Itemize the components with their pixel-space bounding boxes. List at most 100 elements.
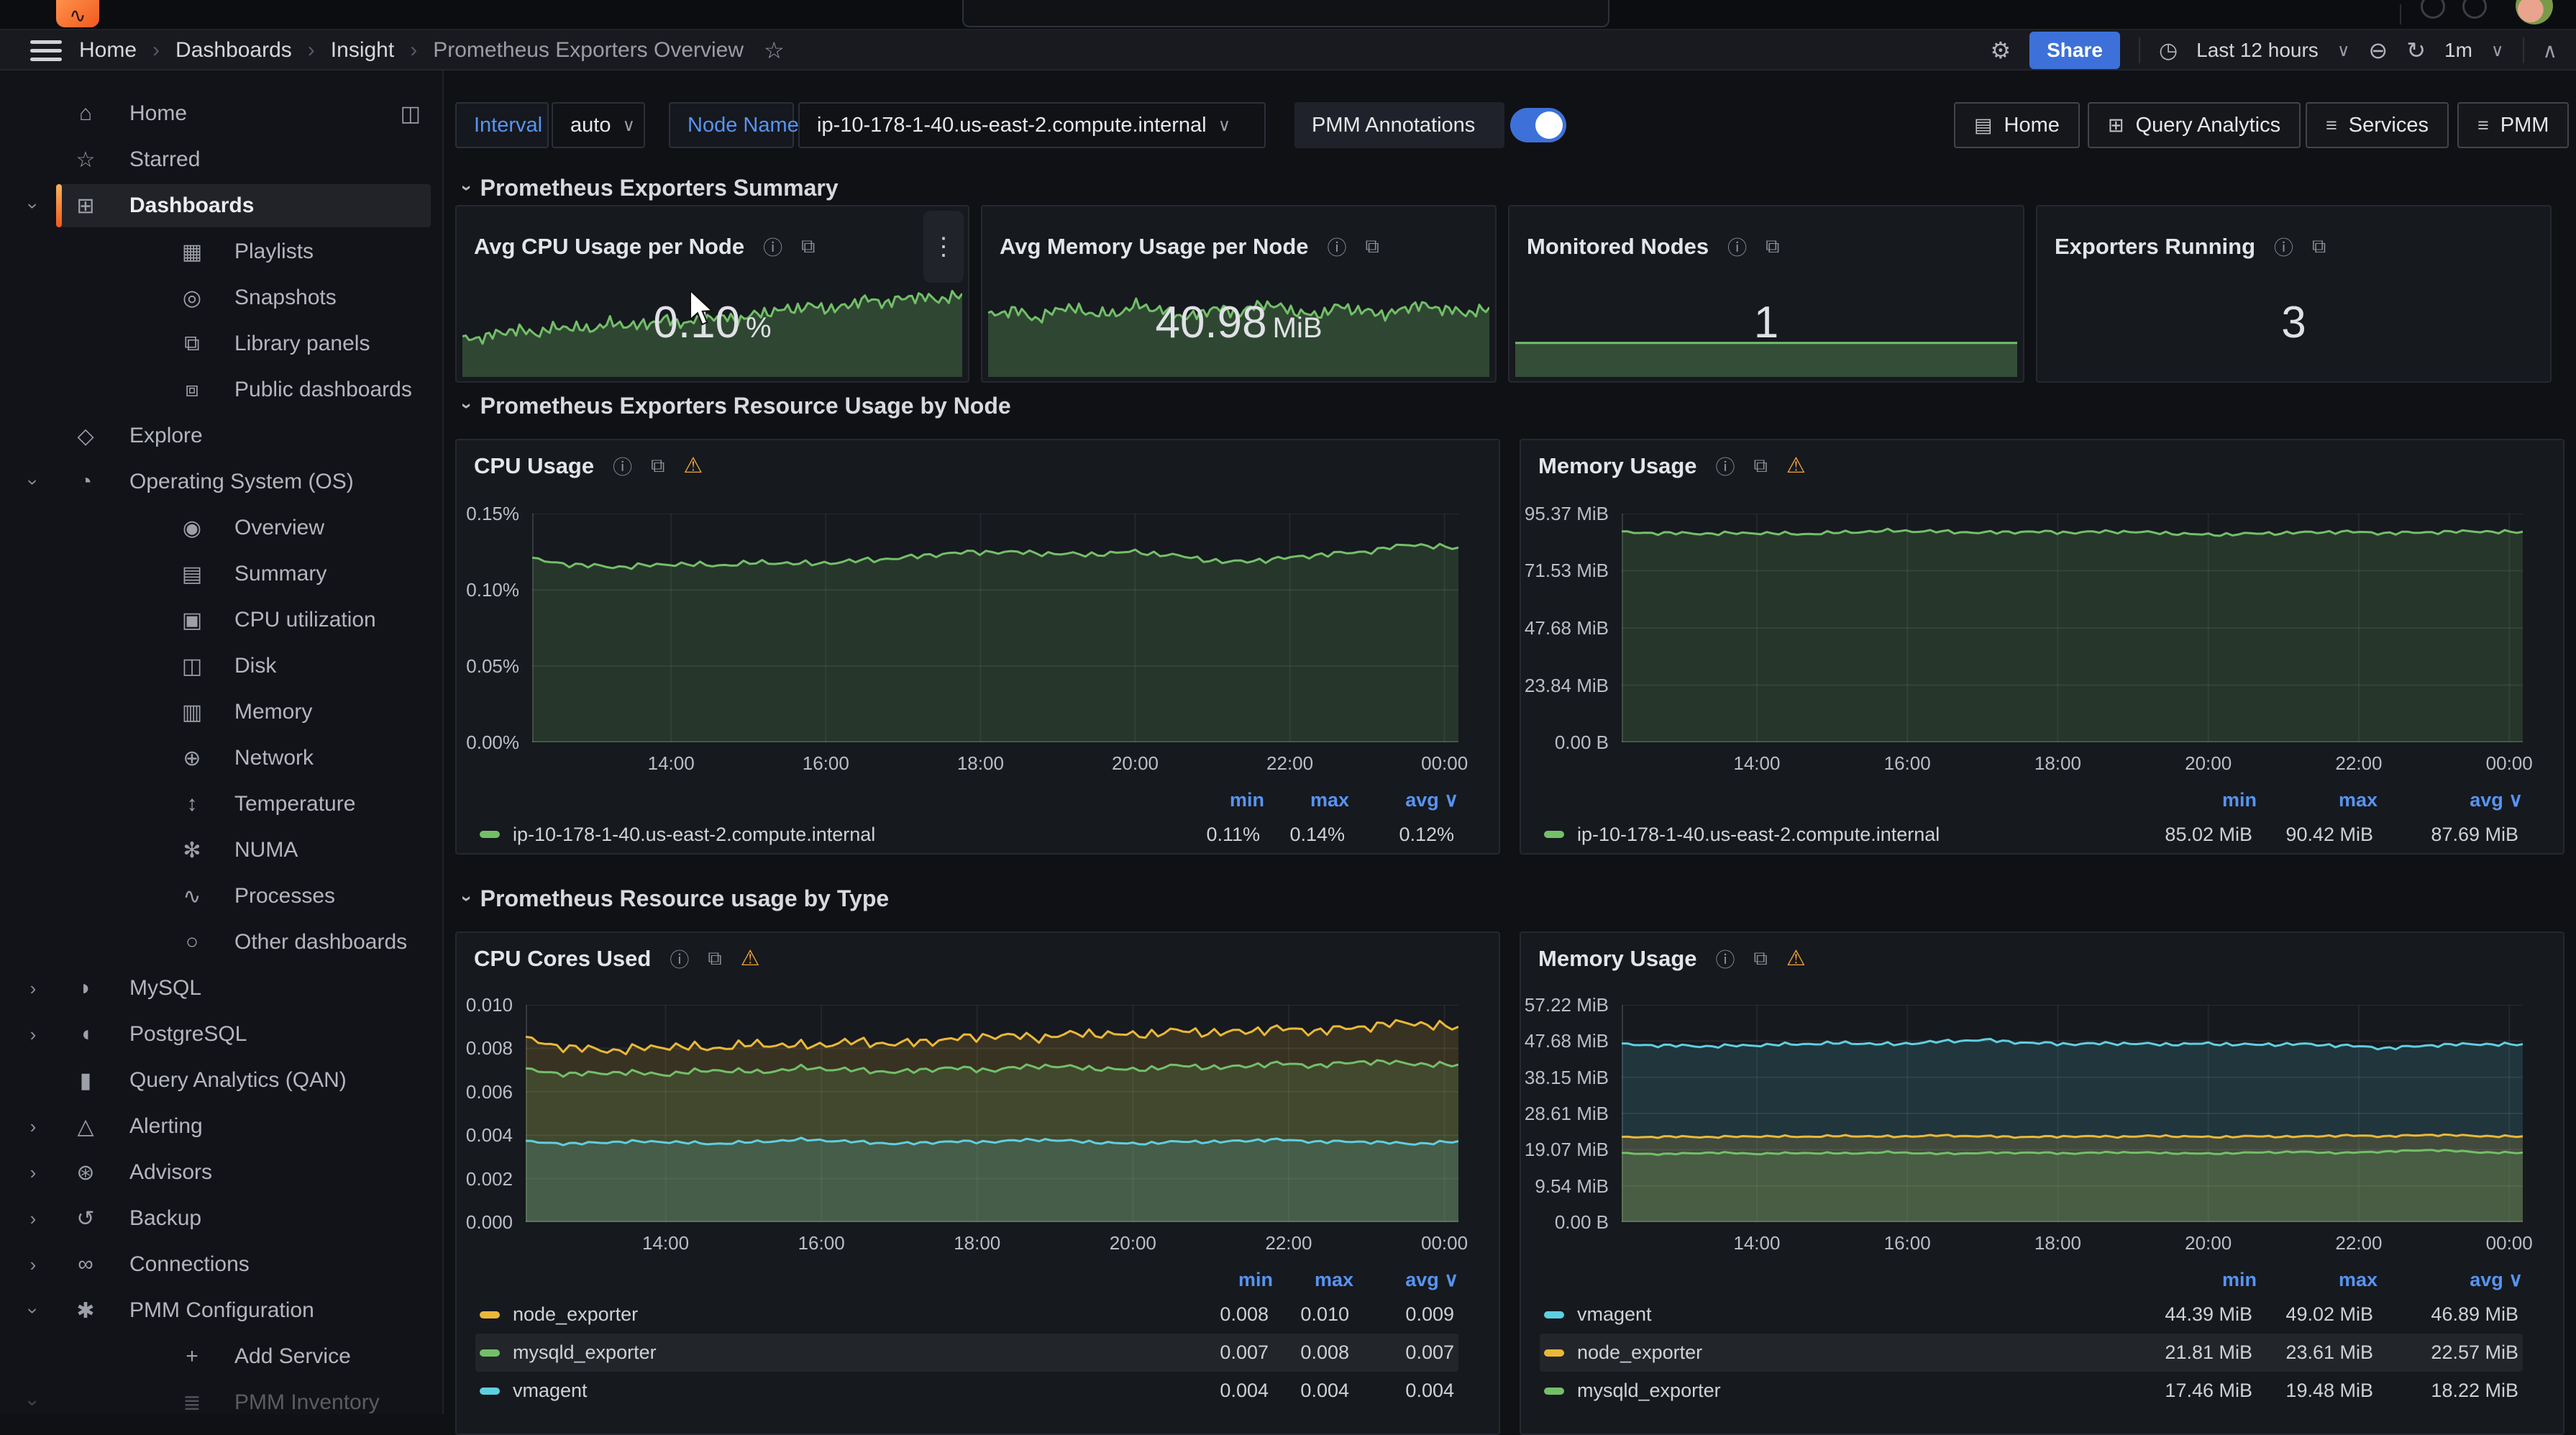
home-button[interactable]: ▤Home — [1954, 102, 2080, 148]
section-resource-usage-by-node[interactable]: ›Prometheus Exporters Resource Usage by … — [464, 393, 1011, 419]
legend-sort-avg[interactable]: avg ∨ — [1349, 789, 1458, 811]
sidebar-item-operating-system-os[interactable]: ›◔Operating System (OS) — [0, 459, 442, 505]
info-icon[interactable]: ⓘ — [763, 232, 782, 260]
menu-icon[interactable] — [30, 40, 62, 62]
external-link-icon[interactable]: ⧉ — [651, 455, 664, 478]
sidebar-item-postgresql[interactable]: ›◖PostgreSQL — [0, 1011, 442, 1057]
legend-sort-max[interactable]: max — [2257, 1269, 2378, 1291]
legend-row-node-exporter[interactable]: node_exporter0.0080.0100.009 — [475, 1295, 1458, 1334]
external-link-icon[interactable]: ⧉ — [1754, 947, 1768, 970]
panel-title[interactable]: Memory Usage — [1538, 453, 1697, 479]
chevron-down-icon[interactable]: › — [22, 469, 45, 495]
help-icon[interactable] — [2421, 0, 2445, 19]
warning-icon[interactable]: ⚠ — [1786, 453, 1806, 478]
external-link-icon[interactable]: ⧉ — [1754, 455, 1768, 478]
pmm-annotations-toggle[interactable] — [1510, 108, 1566, 142]
services-button[interactable]: ≡Services — [2306, 102, 2449, 148]
section-exporters-summary[interactable]: ›Prometheus Exporters Summary — [464, 175, 839, 201]
legend-sort-max[interactable]: max — [1273, 1269, 1353, 1291]
sidebar-item-summary[interactable]: ▤Summary — [0, 551, 442, 597]
legend-sort-min[interactable]: min — [2136, 1269, 2257, 1291]
legend-row-vmagent[interactable]: vmagent44.39 MiB49.02 MiB46.89 MiB — [1540, 1295, 2523, 1334]
panel-title[interactable]: Avg CPU Usage per Node — [474, 234, 744, 260]
pmm-logo-icon[interactable]: ∿ — [56, 0, 99, 27]
sidebar-item-mysql[interactable]: ›◗MySQL — [0, 965, 442, 1011]
sidebar-item-other-dashboards[interactable]: ○Other dashboards — [0, 919, 442, 965]
legend-sort-max[interactable]: max — [1264, 789, 1349, 811]
notifications-icon[interactable] — [2462, 0, 2487, 19]
chevron-down-icon[interactable]: › — [22, 1298, 45, 1324]
info-icon[interactable]: ⓘ — [1716, 452, 1735, 480]
external-link-icon[interactable]: ⧉ — [2312, 235, 2326, 258]
panel-title[interactable]: Memory Usage — [1538, 946, 1697, 972]
chevron-down-icon[interactable]: ∨ — [2337, 40, 2350, 61]
legend-row-mysqld-exporter[interactable]: mysqld_exporter17.46 MiB19.48 MiB18.22 M… — [1540, 1372, 2523, 1410]
sidebar-item-disk[interactable]: ◫Disk — [0, 643, 442, 689]
refresh-interval[interactable]: 1m — [2444, 39, 2472, 62]
info-icon[interactable]: ⓘ — [613, 452, 632, 480]
sidebar-item-library-panels[interactable]: ⧉Library panels — [0, 321, 442, 367]
legend-series-name[interactable]: mysqld_exporter — [1544, 1380, 2132, 1402]
chevron-down-icon[interactable]: › — [22, 1390, 45, 1414]
legend-row-ip-10-178-1-40-us-east-2-compute-internal[interactable]: ip-10-178-1-40.us-east-2.compute.interna… — [1540, 816, 2523, 853]
collapse-topbar-icon[interactable]: ∧ — [2543, 39, 2558, 63]
refresh-icon[interactable]: ↻ — [2406, 37, 2426, 64]
legend-series-name[interactable]: ip-10-178-1-40.us-east-2.compute.interna… — [480, 824, 1175, 846]
info-icon[interactable]: ⓘ — [670, 944, 689, 972]
info-icon[interactable]: ⓘ — [1727, 232, 1747, 260]
breadcrumb-dashboards[interactable]: Dashboards — [175, 38, 292, 63]
sidebar-item-temperature[interactable]: ↕Temperature — [0, 781, 442, 827]
external-link-icon[interactable]: ⧉ — [801, 235, 815, 258]
sidebar-item-network[interactable]: ⊕Network — [0, 735, 442, 781]
legend-row-mysqld-exporter[interactable]: mysqld_exporter0.0070.0080.007 — [475, 1334, 1458, 1372]
sidebar-item-explore[interactable]: ◇Explore — [0, 413, 442, 459]
legend-sort-min[interactable]: min — [1179, 789, 1264, 811]
sidebar-item-dashboards[interactable]: ›⊞Dashboards — [0, 183, 442, 229]
panel-collapse-icon[interactable]: ◫ — [401, 101, 421, 127]
sidebar-item-numa[interactable]: ✻NUMA — [0, 827, 442, 873]
external-link-icon[interactable]: ⧉ — [708, 947, 721, 970]
warning-icon[interactable]: ⚠ — [741, 946, 760, 971]
sidebar-item-processes[interactable]: ∿Processes — [0, 873, 442, 919]
external-link-icon[interactable]: ⧉ — [1766, 235, 1779, 258]
interval-select[interactable]: auto∨ — [552, 102, 645, 148]
sidebar-item-playlists[interactable]: ▦Playlists — [0, 229, 442, 275]
panel-title[interactable]: Avg Memory Usage per Node — [1000, 234, 1309, 260]
favorite-star-icon[interactable]: ☆ — [764, 37, 785, 64]
legend-series-name[interactable]: node_exporter — [1544, 1341, 2132, 1364]
share-button[interactable]: Share — [2029, 32, 2120, 69]
panel-title[interactable]: CPU Usage — [474, 453, 594, 479]
time-range-picker[interactable]: Last 12 hours — [2196, 39, 2319, 62]
sidebar-item-overview[interactable]: ◉Overview — [0, 505, 442, 551]
legend-sort-avg[interactable]: avg ∨ — [2378, 1269, 2523, 1291]
sidebar-item-advisors[interactable]: ›⊛Advisors — [0, 1149, 442, 1195]
legend-sort-avg[interactable]: avg ∨ — [1353, 1269, 1458, 1291]
chevron-right-icon[interactable]: › — [20, 1024, 46, 1046]
pmm-button[interactable]: ≡PMM — [2457, 102, 2569, 148]
legend-series-name[interactable]: vmagent — [480, 1380, 1188, 1402]
sidebar-item-snapshots[interactable]: ◎Snapshots — [0, 275, 442, 321]
legend-row-ip-10-178-1-40-us-east-2-compute-internal[interactable]: ip-10-178-1-40.us-east-2.compute.interna… — [475, 816, 1458, 853]
legend-sort-min[interactable]: min — [2136, 789, 2257, 811]
breadcrumb-insight[interactable]: Insight — [331, 38, 394, 63]
gear-icon[interactable]: ⚙ — [1990, 37, 2011, 64]
chevron-right-icon[interactable]: › — [20, 978, 46, 1000]
legend-sort-max[interactable]: max — [2257, 789, 2378, 811]
legend-row-vmagent[interactable]: vmagent0.0040.0040.004 — [475, 1372, 1458, 1410]
chevron-down-icon[interactable]: › — [22, 193, 45, 219]
clock-icon[interactable]: ◷ — [2159, 38, 2178, 63]
query-analytics-button[interactable]: ⊞Query Analytics — [2088, 102, 2301, 148]
legend-series-name[interactable]: node_exporter — [480, 1303, 1188, 1326]
sidebar-item-add-service[interactable]: +Add Service — [0, 1334, 442, 1380]
sidebar-item-pmm-configuration[interactable]: ›✱PMM Configuration — [0, 1288, 442, 1334]
info-icon[interactable]: ⓘ — [1328, 232, 1347, 260]
legend-sort-min[interactable]: min — [1192, 1269, 1273, 1291]
sidebar-item-starred[interactable]: ☆Starred — [0, 137, 442, 183]
sidebar-item-backup[interactable]: ›↺Backup — [0, 1195, 442, 1242]
legend-series-name[interactable]: ip-10-178-1-40.us-east-2.compute.interna… — [1544, 824, 2132, 846]
panel-title[interactable]: Exporters Running — [2055, 234, 2255, 260]
legend-row-node-exporter[interactable]: node_exporter21.81 MiB23.61 MiB22.57 MiB — [1540, 1334, 2523, 1372]
sidebar-item-pmm-inventory[interactable]: ›≣PMM Inventory — [0, 1380, 442, 1414]
breadcrumb-home[interactable]: Home — [79, 38, 137, 63]
legend-series-name[interactable]: mysqld_exporter — [480, 1341, 1188, 1364]
